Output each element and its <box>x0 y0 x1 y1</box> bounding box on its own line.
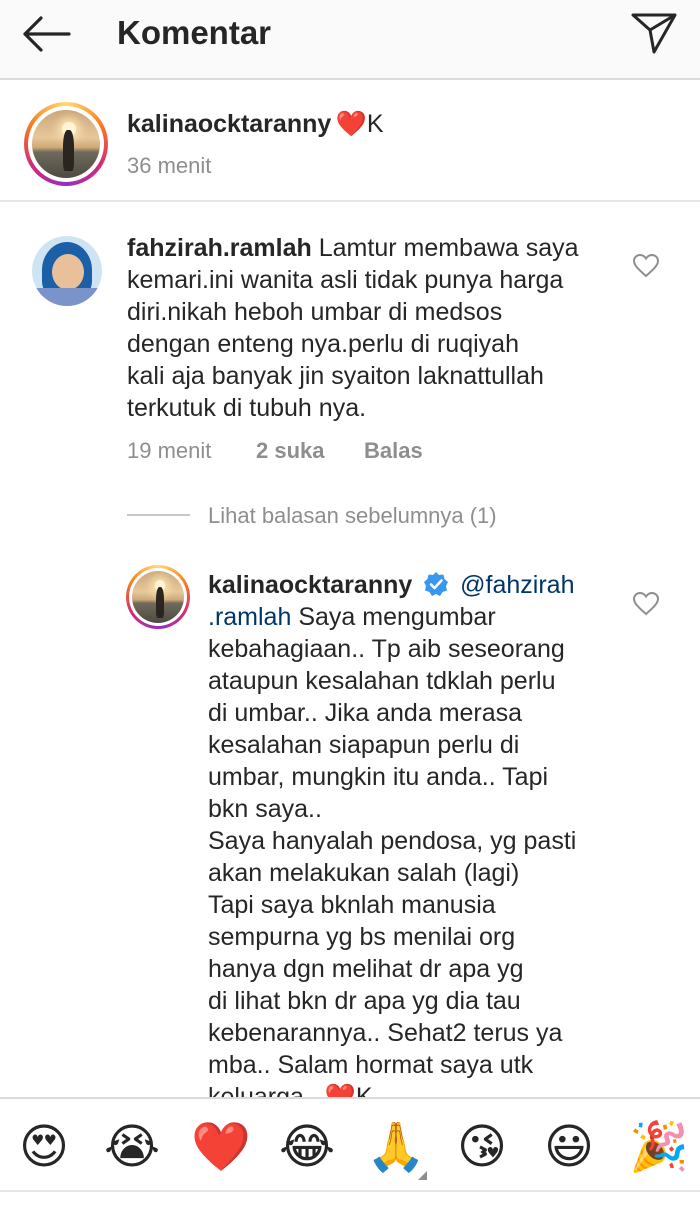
post-caption: kalinaocktaranny ❤️K 36 menit <box>0 82 700 202</box>
comment-likes[interactable]: 2 suka <box>256 438 325 464</box>
reply-body: kalinaocktaranny @fahzirah <box>208 569 608 601</box>
heart-outline-icon <box>633 592 659 616</box>
reply-line: kebenarannya.. Sehat2 terus ya <box>208 1019 563 1047</box>
smiley-emoji[interactable]: 😃 <box>541 1119 597 1175</box>
comment: fahzirah.ramlah Lamtur membawa saya kema… <box>0 204 700 494</box>
view-replies-label: Lihat balasan sebelumnya (1) <box>208 503 497 528</box>
kiss-emoji[interactable]: 😘 <box>454 1119 510 1175</box>
like-reply-button[interactable] <box>631 589 661 619</box>
heart-outline-icon <box>633 254 659 278</box>
reply-line: ataupun kesalahan tdklah perlu <box>208 667 556 695</box>
avatar[interactable] <box>24 102 108 186</box>
like-comment-button[interactable] <box>631 251 661 281</box>
red-heart-emoji[interactable]: ❤️ <box>191 1119 251 1175</box>
reply-line-text: Saya mengumbar <box>291 603 496 631</box>
share-button[interactable] <box>626 8 682 58</box>
reply-line: Saya hanyalah pendosa, yg pasti <box>208 827 577 855</box>
mention-link[interactable]: @fahzirah <box>460 571 574 599</box>
party-popper-emoji[interactable]: 🎉 <box>629 1119 689 1175</box>
page-title: Komentar <box>117 14 272 51</box>
reply-line: mba.. Salam hormat saya utk <box>208 1051 534 1079</box>
reply-line: umbar, mungkin itu anda.. Tapi <box>208 763 549 791</box>
laughing-tears-emoji[interactable]: 😂 <box>279 1119 335 1175</box>
mention-link[interactable]: .ramlah <box>208 603 291 631</box>
send-icon <box>631 13 677 54</box>
heart-eyes-emoji[interactable]: 😍 <box>16 1119 72 1175</box>
comment-line: Lamtur membawa saya <box>318 234 579 262</box>
reply-line: kebahagiaan.. Tp aib seseorang <box>208 635 565 663</box>
reply-comment: kalinaocktaranny @fahzirah .ramlah Saya … <box>0 555 700 1100</box>
crying-emoji[interactable]: 😭 <box>104 1119 160 1175</box>
reply-username[interactable]: kalinaocktaranny <box>208 571 412 599</box>
top-bar: Komentar <box>0 0 700 80</box>
comment-body: fahzirah.ramlah Lamtur membawa saya <box>127 232 607 264</box>
caption-username[interactable]: kalinaocktaranny <box>127 110 331 138</box>
comment-line: dengan enteng nya.perlu di ruqiyah <box>127 330 519 358</box>
divider <box>127 514 190 516</box>
reply-button[interactable]: Balas <box>364 438 423 464</box>
reply-line: di umbar.. Jika anda merasa <box>208 699 523 727</box>
reply-line: di lihat bkn dr apa yg dia tau <box>208 987 521 1015</box>
comment-line: kemari.ini wanita asli tidak punya harga <box>127 266 564 294</box>
comment-line: kali aja banyak jin syaiton laknattullah <box>127 362 544 390</box>
avatar[interactable] <box>126 565 190 629</box>
divider <box>0 1190 700 1192</box>
reply-line: hanya dgn melihat dr apa yg <box>208 955 524 983</box>
reply-line: Tapi saya bknlah manusia <box>208 891 496 919</box>
comment-line: diri.nikah heboh umbar di medsos <box>127 298 503 326</box>
avatar[interactable] <box>32 236 102 306</box>
reply-line: akan melakukan salah (lagi) <box>208 859 520 887</box>
reply-line: bkn saya.. <box>208 795 322 823</box>
comment-line: terkutuk di tubuh nya. <box>127 394 367 422</box>
comment-username[interactable]: fahzirah.ramlah <box>127 234 312 262</box>
caption-timestamp: 36 menit <box>127 153 212 178</box>
reply-line: kesalahan siapapun perlu di <box>208 731 520 759</box>
arrow-left-icon <box>23 16 71 52</box>
reply-line: .ramlah Saya mengumbar <box>208 601 608 633</box>
view-previous-replies[interactable]: Lihat balasan sebelumnya (1) <box>127 503 547 533</box>
caption-text: ❤️K <box>335 110 384 138</box>
back-button[interactable] <box>18 12 74 56</box>
emoji-quick-bar: 😍 😭 ❤️ 😂 🙏 😘 😃 🎉 <box>0 1097 700 1211</box>
comment-timestamp: 19 menit <box>127 438 212 463</box>
reply-line: sempurna yg bs menilai org <box>208 923 516 951</box>
praying-hands-emoji[interactable]: 🙏 <box>366 1119 426 1175</box>
corner-indicator-icon <box>418 1171 427 1180</box>
verified-badge-icon <box>424 572 449 596</box>
